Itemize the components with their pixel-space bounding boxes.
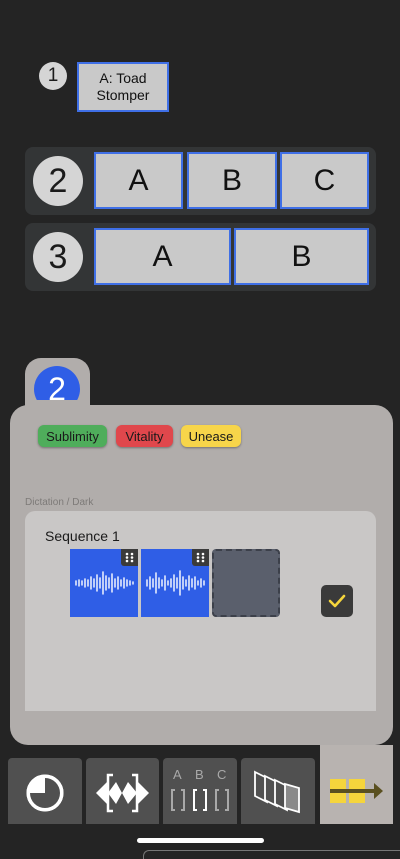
row-3-option-a[interactable]: A xyxy=(94,228,231,285)
drag-handle-icon[interactable] xyxy=(121,549,138,566)
tag-sublimity-label: Sublimity xyxy=(46,428,99,444)
timer-tool-button[interactable] xyxy=(8,758,82,824)
sequence-arrow-tool-button[interactable] xyxy=(320,758,393,824)
row-2-option-a[interactable]: A xyxy=(94,152,183,209)
tag-vitality[interactable]: Vitality xyxy=(116,425,173,447)
empty-clip-slot[interactable] xyxy=(212,549,280,617)
audio-clip-1[interactable] xyxy=(70,549,138,617)
tag-vitality-label: Vitality xyxy=(125,428,164,444)
row-2-option-b-label: B xyxy=(221,163,242,197)
row-2-number-badge: 2 xyxy=(33,156,83,206)
audio-clip-2[interactable] xyxy=(141,549,209,617)
home-indicator[interactable] xyxy=(137,838,264,843)
row-2-option-a-label: A xyxy=(128,163,149,197)
wave-bracket-icon xyxy=(96,773,149,813)
layers-tool-button[interactable] xyxy=(241,758,315,824)
row-3-number: 3 xyxy=(48,237,68,276)
wave-bracket-tool-button[interactable] xyxy=(86,758,159,824)
sequence-title: Sequence 1 xyxy=(45,528,120,544)
checkmark-icon xyxy=(328,594,346,608)
row-3-option-b[interactable]: B xyxy=(234,228,369,285)
row-2-number: 2 xyxy=(48,161,68,200)
row-1-number-badge: 1 xyxy=(39,62,67,90)
row-2-option-b[interactable]: B xyxy=(187,152,277,209)
drag-handle-icon[interactable] xyxy=(192,549,209,566)
row-1-option-label: A: Toad Stomper xyxy=(96,70,150,103)
confirm-checkbox[interactable] xyxy=(321,585,353,617)
row-3-option-a-label: A xyxy=(152,239,173,273)
timer-pie-icon xyxy=(26,774,64,812)
tag-sublimity[interactable]: Sublimity xyxy=(38,425,107,447)
row-1-option-a[interactable]: A: Toad Stomper xyxy=(77,62,169,112)
stacked-layers-icon xyxy=(254,770,300,814)
section-label: Dictation / Dark xyxy=(25,497,94,508)
row-3-number-badge: 3 xyxy=(33,232,83,282)
tag-unease[interactable]: Unease xyxy=(181,425,241,447)
waveform-icon xyxy=(75,571,134,595)
abc-bracket-tool-button[interactable]: A B C xyxy=(163,758,237,824)
sequence-arrow-icon xyxy=(330,779,383,803)
row-2-option-c-label: C xyxy=(313,163,336,197)
bracket-slots-icon xyxy=(171,789,229,811)
bottom-edge-outline xyxy=(143,850,400,859)
row-3-option-b-label: B xyxy=(291,239,312,273)
tag-unease-label: Unease xyxy=(188,428,234,444)
waveform-icon xyxy=(146,570,205,596)
row-1-number: 1 xyxy=(47,65,59,86)
row-2-option-c[interactable]: C xyxy=(280,152,369,209)
